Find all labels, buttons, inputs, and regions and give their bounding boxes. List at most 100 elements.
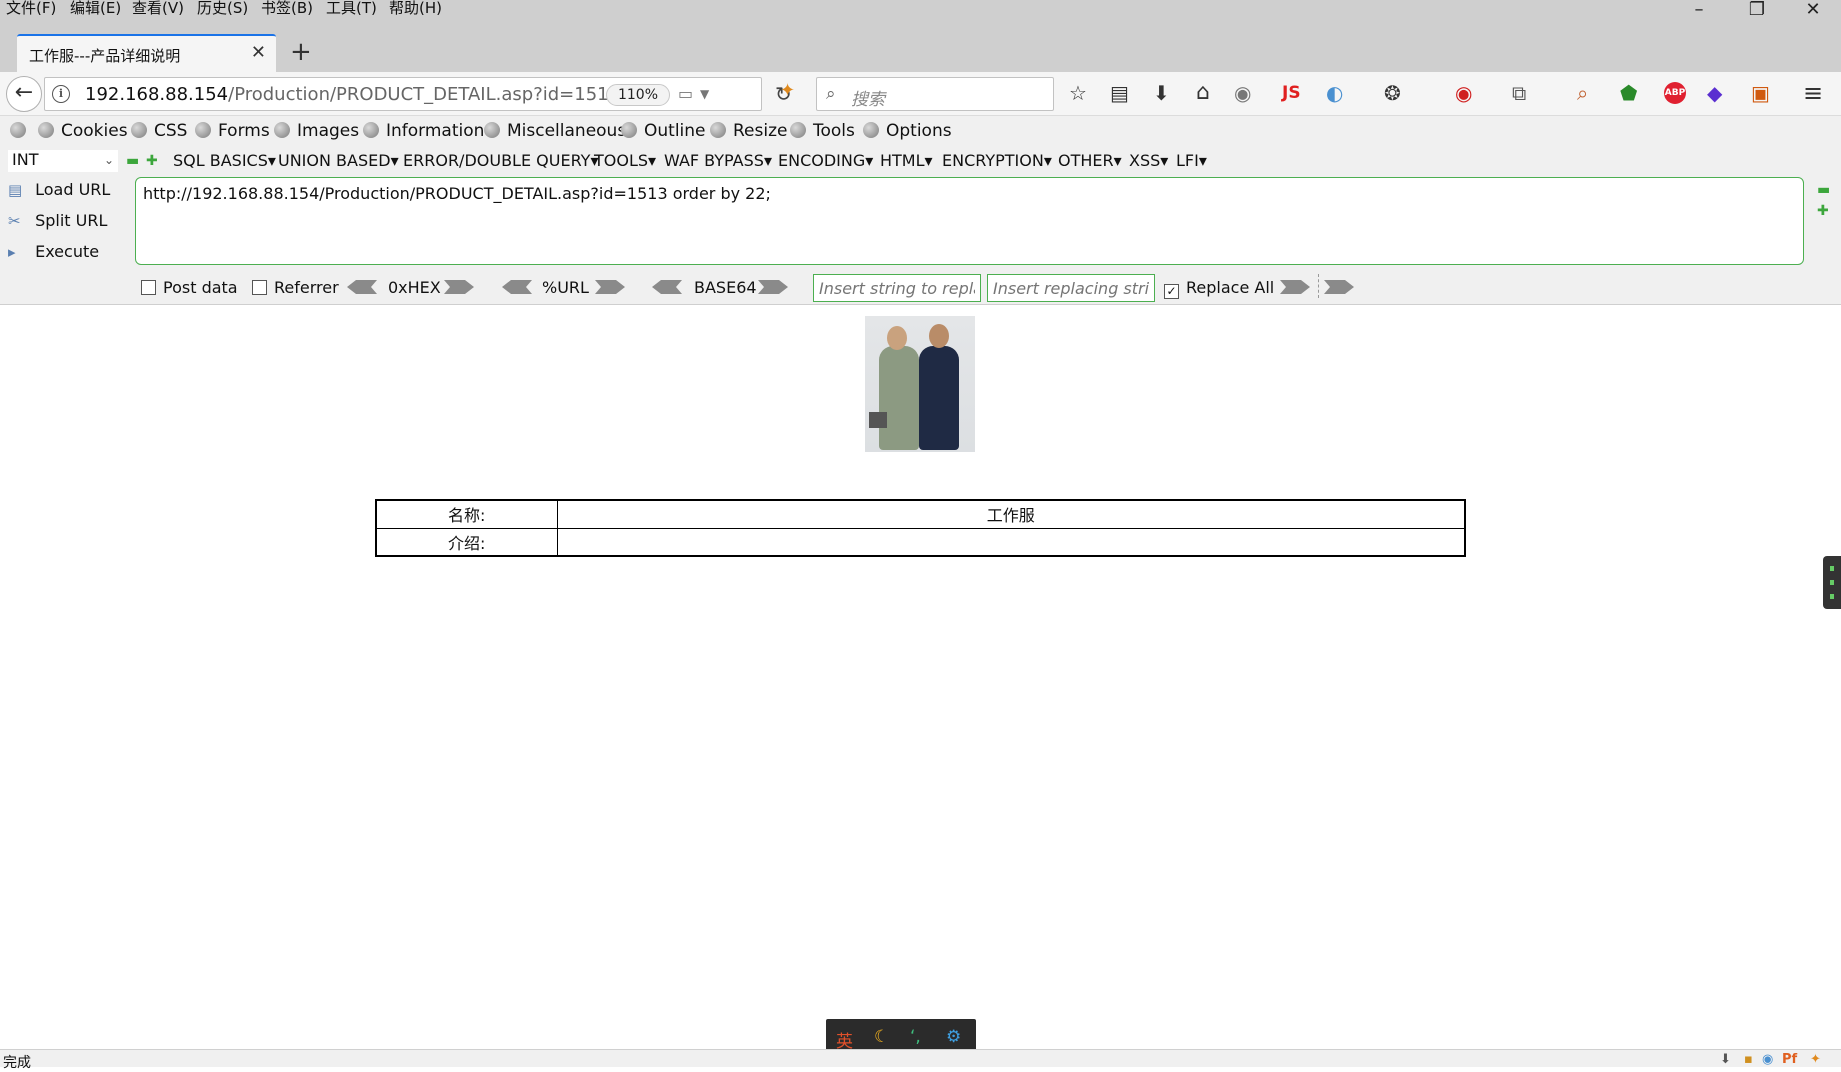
- dropdown-encryption[interactable]: ENCRYPTION▾: [942, 151, 1052, 170]
- globe-icon[interactable]: ◉: [1234, 80, 1251, 106]
- hamburger-menu-icon[interactable]: ≡: [1803, 80, 1823, 106]
- tab-strip: 工作服---产品详细说明 ✕ +: [0, 20, 1841, 72]
- translate-icon[interactable]: ◐: [1326, 80, 1343, 106]
- moon-icon[interactable]: ☾: [874, 1027, 889, 1047]
- tab-close-icon[interactable]: ✕: [251, 42, 266, 63]
- replace-find-input[interactable]: [813, 274, 981, 302]
- address-bar[interactable]: i 192.168.88.154/Production/PRODUCT_DETA…: [44, 77, 792, 111]
- gear-icon[interactable]: [10, 121, 33, 141]
- new-tab-button[interactable]: +: [290, 39, 312, 65]
- dropdown-error-double-query[interactable]: ERROR/DOUBLE QUERY▾: [403, 151, 598, 170]
- dropdown-xss[interactable]: XSS▾: [1129, 151, 1168, 170]
- plus-icon[interactable]: ✚: [146, 153, 158, 169]
- plus-icon[interactable]: ✚: [1817, 203, 1829, 219]
- hex-encode-arrow-icon[interactable]: [444, 280, 474, 294]
- tab-title: 工作服---产品详细说明: [29, 47, 181, 65]
- base64-encode-arrow-icon[interactable]: [758, 280, 788, 294]
- replace-all-checkbox[interactable]: ✓ Replace All: [1164, 278, 1274, 299]
- shield-red-icon[interactable]: ◉: [1455, 80, 1472, 106]
- palette-icon[interactable]: ❂: [1384, 80, 1401, 106]
- toolbar-css[interactable]: CSS: [131, 121, 187, 141]
- screenshot-icon[interactable]: ⧉: [1512, 80, 1526, 106]
- shield-green-icon[interactable]: ⬟: [1620, 80, 1637, 106]
- download-status-icon[interactable]: ⬇: [1720, 1052, 1731, 1067]
- menu-bookmarks[interactable]: 书签(B): [261, 0, 313, 16]
- base64-decode-arrow-icon[interactable]: [652, 280, 682, 294]
- download-icon[interactable]: ⬇: [1153, 80, 1170, 106]
- type-select[interactable]: INT ⌄: [8, 150, 118, 172]
- dropdown-waf-bypass[interactable]: WAF BYPASS▾: [664, 151, 772, 170]
- site-info-icon[interactable]: i: [52, 85, 70, 103]
- hackbar-icon[interactable]: ▣: [1751, 80, 1770, 106]
- tab-active[interactable]: 工作服---产品详细说明 ✕: [17, 34, 276, 72]
- extension-icon[interactable]: ✦: [780, 80, 795, 101]
- menu-file[interactable]: 文件(F): [6, 0, 56, 16]
- toolbar-information[interactable]: Information: [363, 121, 484, 141]
- dropdown-lfi[interactable]: LFI▾: [1176, 151, 1207, 170]
- hackbar-url-input[interactable]: http://192.168.88.154/Production/PRODUCT…: [135, 177, 1804, 265]
- side-panel-handle[interactable]: [1823, 556, 1841, 609]
- zoom-level[interactable]: 110%: [606, 84, 670, 106]
- minus-icon[interactable]: ▬: [126, 153, 139, 169]
- minus-icon[interactable]: ▬: [1817, 182, 1830, 198]
- toolbar-tools[interactable]: Tools: [790, 121, 855, 141]
- replace-with-input[interactable]: [987, 274, 1155, 302]
- url-path: /Production/PRODUCT_DETAIL.asp?id=1513 o…: [228, 84, 640, 105]
- menu-history[interactable]: 历史(S): [197, 0, 248, 16]
- execute-button[interactable]: ▸ Execute: [8, 242, 99, 266]
- toolbar-resize[interactable]: Resize: [710, 121, 787, 141]
- globe-icon: [710, 122, 726, 138]
- split-url-button[interactable]: ✂ Split URL: [8, 211, 107, 235]
- close-window-button[interactable]: ✕: [1783, 0, 1841, 22]
- toolbar-cookies[interactable]: Cookies: [38, 121, 128, 141]
- toolbar-options[interactable]: Options: [863, 121, 952, 141]
- globe-status-icon[interactable]: ◉: [1762, 1052, 1773, 1067]
- pdf-status-icon[interactable]: Pf: [1782, 1052, 1797, 1067]
- dropdown-tools[interactable]: TOOLS▾: [594, 151, 656, 170]
- restore-button[interactable]: ❐: [1727, 0, 1787, 22]
- dropdown-encoding[interactable]: ENCODING▾: [778, 151, 873, 170]
- dropdown-sql-basics[interactable]: SQL BASICS▾: [173, 151, 276, 170]
- dropdown-union-based[interactable]: UNION BASED▾: [278, 151, 399, 170]
- url-decode-arrow-icon[interactable]: [502, 280, 532, 294]
- url-encode-arrow-icon[interactable]: [595, 280, 625, 294]
- back-button[interactable]: ←: [6, 76, 42, 112]
- menu-bar: 文件(F) 编辑(E) 查看(V) 历史(S) 书签(B) 工具(T) 帮助(H…: [0, 0, 1841, 20]
- search-box[interactable]: ⌕ 搜索: [816, 77, 1054, 111]
- replace-run-arrow-icon[interactable]: [1324, 280, 1354, 294]
- addon-status-icon[interactable]: ▪: [1744, 1052, 1753, 1067]
- home-icon[interactable]: ⌂: [1196, 80, 1210, 106]
- menu-tools[interactable]: 工具(T): [326, 0, 377, 16]
- dropdown-other[interactable]: OTHER▾: [1058, 151, 1122, 170]
- bookmark-star-icon[interactable]: ☆: [1069, 80, 1087, 106]
- replace-apply-arrow-icon[interactable]: [1280, 280, 1310, 294]
- toolbar-forms[interactable]: Forms: [195, 121, 270, 141]
- menu-edit[interactable]: 编辑(E): [70, 0, 121, 16]
- page-action-icon[interactable]: ▭: [678, 84, 693, 103]
- js-icon[interactable]: JS: [1282, 80, 1301, 106]
- referrer-checkbox[interactable]: Referrer: [252, 278, 339, 297]
- extension-status-icon[interactable]: ✦: [1810, 1052, 1821, 1067]
- minimize-button[interactable]: –: [1669, 0, 1729, 22]
- menu-help[interactable]: 帮助(H): [389, 0, 442, 16]
- punctuation-icon[interactable]: ‘,: [910, 1027, 921, 1047]
- table-row: 名称: 工作服: [375, 499, 1466, 529]
- toolbar-images[interactable]: Images: [274, 121, 359, 141]
- post-data-checkbox[interactable]: Post data: [141, 278, 238, 297]
- address-text[interactable]: 192.168.88.154/Production/PRODUCT_DETAIL…: [85, 84, 640, 105]
- url-label: %URL: [542, 278, 589, 297]
- diamond-icon[interactable]: ◆: [1707, 80, 1722, 106]
- hackbar-menu-row: INT ⌄ ▬ ✚ SQL BASICS▾ UNION BASED▾ ERROR…: [0, 148, 1841, 174]
- menu-view[interactable]: 查看(V): [132, 0, 184, 16]
- zoom-tool-icon[interactable]: ⌕: [1577, 80, 1588, 106]
- dropdown-html[interactable]: HTML▾: [880, 151, 933, 170]
- toolbar-miscellaneous[interactable]: Miscellaneous: [484, 121, 626, 141]
- settings-icon[interactable]: ⚙: [946, 1027, 961, 1047]
- adblock-icon[interactable]: ABP: [1664, 82, 1686, 104]
- table-row: 介绍:: [375, 527, 1466, 557]
- toolbar-outline[interactable]: Outline: [621, 121, 706, 141]
- hex-decode-arrow-icon[interactable]: [347, 280, 377, 294]
- chevron-down-icon[interactable]: ▼: [700, 87, 709, 101]
- reading-list-icon[interactable]: ▤: [1110, 80, 1129, 106]
- load-url-button[interactable]: ▤ Load URL: [8, 180, 110, 204]
